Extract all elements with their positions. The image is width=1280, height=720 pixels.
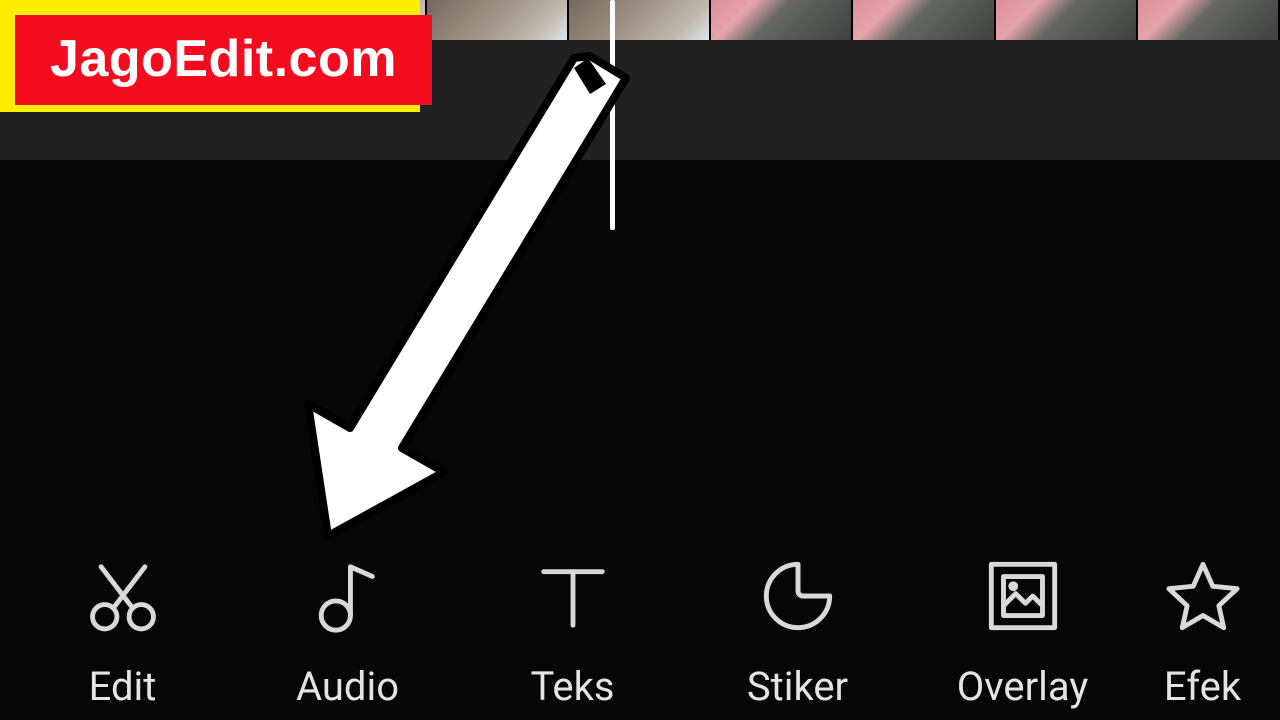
teks-label: Teks: [530, 663, 614, 710]
timeline-clip[interactable]: [569, 0, 711, 40]
efek-button[interactable]: Efek: [1135, 557, 1270, 710]
scissors-icon: [84, 557, 162, 635]
audio-button[interactable]: Audio: [235, 557, 460, 710]
timeline-clip[interactable]: [853, 0, 995, 40]
timeline-clip[interactable]: [1138, 0, 1280, 40]
overlay-icon: [984, 557, 1062, 635]
playhead[interactable]: [610, 0, 615, 230]
timeline-clip[interactable]: [996, 0, 1138, 40]
text-icon: [534, 557, 612, 635]
star-icon: [1164, 557, 1242, 635]
teks-button[interactable]: Teks: [460, 557, 685, 710]
edit-button[interactable]: Edit: [10, 557, 235, 710]
timeline-clip[interactable]: [711, 0, 853, 40]
efek-label: Efek: [1164, 663, 1241, 710]
overlay-label: Overlay: [957, 663, 1089, 710]
sticker-icon: [759, 557, 837, 635]
bottom-toolbar: Edit Audio Teks Stiker: [0, 540, 1280, 715]
stiker-button[interactable]: Stiker: [685, 557, 910, 710]
audio-label: Audio: [296, 663, 399, 710]
edit-label: Edit: [89, 663, 157, 710]
music-note-icon: [309, 557, 387, 635]
overlay-button[interactable]: Overlay: [910, 557, 1135, 710]
stiker-label: Stiker: [747, 663, 848, 710]
watermark-label: JagoEdit.com: [15, 15, 432, 105]
timeline-clip[interactable]: [427, 0, 569, 40]
